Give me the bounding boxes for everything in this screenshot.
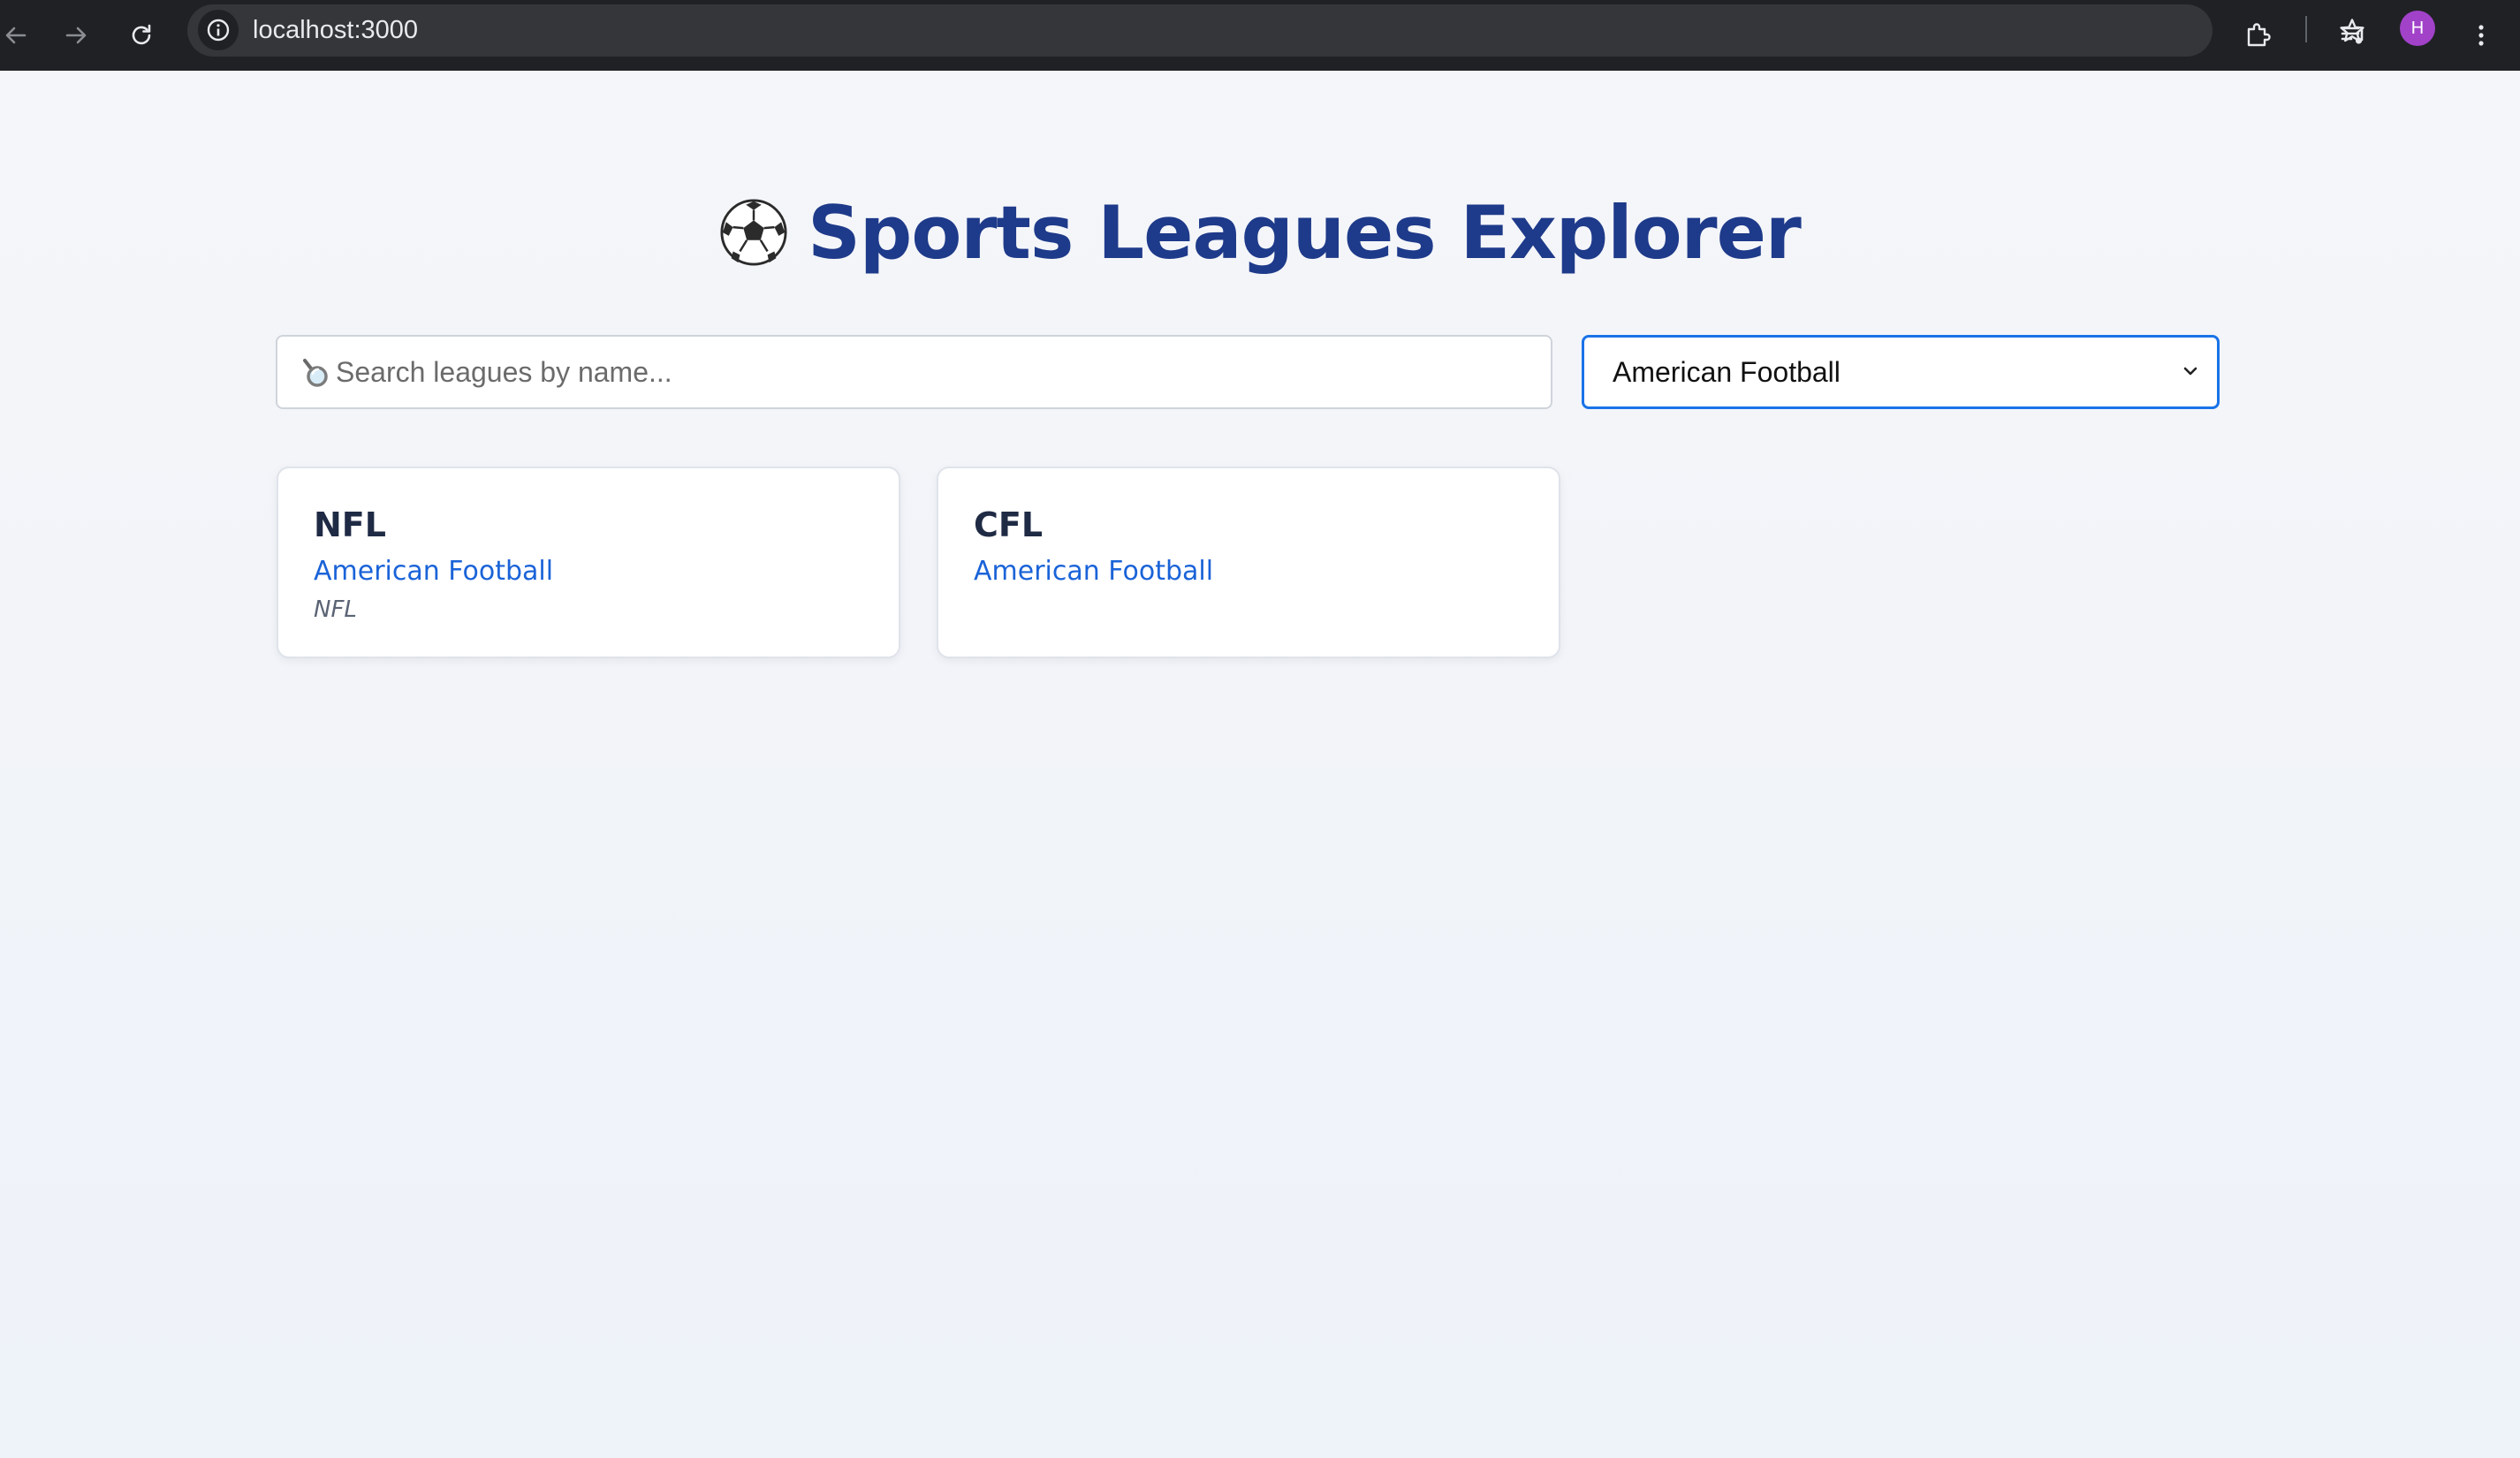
search-input[interactable] xyxy=(336,337,1537,407)
site-info-button[interactable] xyxy=(198,10,239,50)
browser-toolbar: localhost:3000 H xyxy=(0,0,2520,71)
search-box[interactable] xyxy=(276,335,1552,409)
puzzle-icon xyxy=(2247,23,2271,47)
arrow-right-icon xyxy=(65,27,87,44)
sport-filter-select[interactable]: American Football xyxy=(1582,335,2220,409)
info-icon xyxy=(207,19,230,42)
league-name: CFL xyxy=(974,505,1044,544)
league-sport[interactable]: American Football xyxy=(974,555,1213,589)
extensions-button[interactable] xyxy=(2234,11,2283,60)
sport-filter-value: American Football xyxy=(1613,356,1841,388)
media-queue-icon xyxy=(2341,27,2364,44)
reload-button[interactable] xyxy=(117,11,166,60)
profile-avatar[interactable]: H xyxy=(2400,11,2435,46)
soccer-ball-icon xyxy=(720,199,787,266)
toolbar-divider xyxy=(2305,16,2307,42)
address-bar[interactable]: localhost:3000 xyxy=(187,4,2364,57)
chevron-down-icon xyxy=(2183,367,2197,376)
media-controls-button[interactable] xyxy=(2329,11,2379,60)
page-title-text: Sports Leagues Explorer xyxy=(808,190,1802,276)
arrow-left-icon xyxy=(5,27,27,44)
league-card-cfl[interactable]: CFL American Football xyxy=(937,467,1560,658)
forward-button[interactable] xyxy=(51,11,101,60)
page-title: Sports Leagues Explorer xyxy=(0,189,2520,277)
back-button[interactable] xyxy=(0,11,41,60)
browser-menu-button[interactable] xyxy=(2456,11,2506,60)
league-name: NFL xyxy=(314,505,386,544)
kebab-menu-icon xyxy=(2478,25,2484,46)
league-sport[interactable]: American Football xyxy=(314,555,553,589)
profile-initial: H xyxy=(2410,19,2425,38)
magnifier-icon xyxy=(303,359,328,387)
url-text: localhost:3000 xyxy=(253,16,419,44)
league-card-nfl[interactable]: NFL American Football NFL xyxy=(277,467,900,658)
reload-icon xyxy=(132,24,151,45)
league-alternate-name: NFL xyxy=(314,596,357,623)
